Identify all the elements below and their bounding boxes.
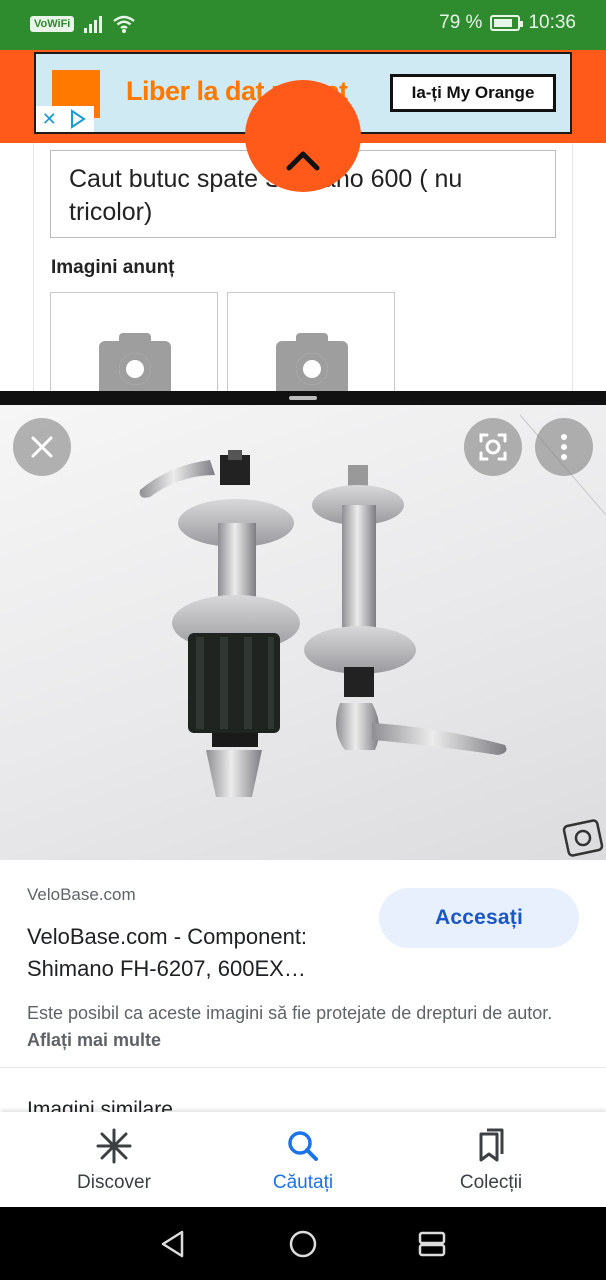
- back-icon[interactable]: [158, 1229, 188, 1259]
- similar-images-heading: Imagini similare: [27, 1098, 173, 1113]
- battery-icon: [490, 15, 524, 31]
- home-icon[interactable]: [288, 1229, 318, 1259]
- signal-icon: [84, 15, 103, 33]
- recents-icon[interactable]: [417, 1229, 447, 1259]
- nav-collections[interactable]: Colecții: [390, 1112, 592, 1207]
- clock: 10:36: [528, 12, 576, 33]
- nav-label: Colecții: [459, 1172, 523, 1193]
- nav-label: Căutați: [272, 1172, 334, 1193]
- nav-search[interactable]: Căutați: [202, 1112, 404, 1207]
- drag-handle[interactable]: [289, 396, 317, 400]
- photo-upload-slot[interactable]: [50, 292, 218, 392]
- camera-icon: [276, 333, 348, 391]
- close-viewer-button[interactable]: [13, 418, 71, 476]
- close-icon: [31, 436, 53, 458]
- visit-button[interactable]: Accesați: [379, 888, 579, 948]
- nav-discover[interactable]: Discover: [13, 1112, 215, 1207]
- collections-icon: [479, 1128, 504, 1162]
- search-icon: [288, 1131, 318, 1161]
- more-vert-icon: [561, 434, 567, 460]
- battery-percent: 79 %: [439, 12, 483, 33]
- watermark-icon: [562, 819, 604, 857]
- nav-label: Discover: [77, 1172, 151, 1193]
- chevron-up-icon: [286, 151, 320, 171]
- lens-icon: [479, 433, 507, 461]
- camera-icon: [99, 333, 171, 391]
- lens-button[interactable]: [464, 418, 522, 476]
- wifi-icon: [113, 15, 136, 33]
- result-image[interactable]: [0, 405, 606, 860]
- close-ad-icon[interactable]: ✕: [42, 109, 57, 130]
- images-heading: Imagini anunț: [51, 257, 175, 278]
- copyright-notice: Este posibil ca aceste imagini să fie pr…: [27, 1000, 587, 1054]
- collapse-button[interactable]: [245, 80, 361, 192]
- photo-upload-slot[interactable]: [227, 292, 395, 392]
- copyright-text: Este posibil ca aceste imagini să fie pr…: [27, 1003, 553, 1023]
- bike-hubs-image: [139, 414, 606, 857]
- learn-more-link[interactable]: Aflați mai multe: [27, 1030, 161, 1050]
- adchoices-icon[interactable]: [68, 109, 88, 129]
- asterisk-icon: [96, 1128, 132, 1164]
- ad-choices[interactable]: ✕: [36, 106, 94, 132]
- ad-cta-button[interactable]: Ia-ți My Orange: [390, 74, 556, 112]
- vowifi-badge: VoWiFi: [30, 16, 75, 32]
- more-options-button[interactable]: [535, 418, 593, 476]
- system-nav-bar: [0, 1207, 606, 1280]
- status-right: 79 % 10:36: [439, 12, 576, 34]
- panel-divider[interactable]: [0, 391, 606, 405]
- bottom-nav: Discover Căutați Colecții: [0, 1112, 606, 1207]
- divider: [0, 1067, 606, 1068]
- source-domain: VeloBase.com: [27, 885, 136, 904]
- status-bar: VoWiFi 79 % 10:36: [0, 0, 606, 50]
- result-title[interactable]: VeloBase.com - Component: Shimano FH-620…: [27, 921, 367, 985]
- status-left: VoWiFi: [30, 14, 136, 34]
